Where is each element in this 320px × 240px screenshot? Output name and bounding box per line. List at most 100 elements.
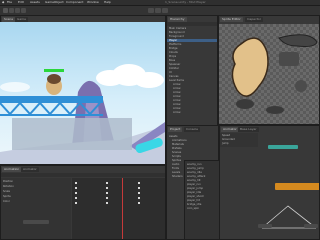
property-row[interactable]: Position (3, 180, 13, 183)
file-row[interactable]: enemy_hit (187, 179, 201, 182)
scene-view[interactable] (0, 22, 165, 164)
folder-row[interactable]: Fonts (172, 167, 179, 170)
tab-inspector[interactable]: Inspector (245, 17, 263, 22)
property-row[interactable]: Scale (3, 190, 10, 193)
window-title: 1_Scene.unity - Mod Player (165, 0, 206, 4)
hierarchy-row[interactable]: Main Camera (169, 27, 186, 30)
file-row[interactable]: player_run (187, 183, 201, 186)
folder-row[interactable]: Sprites (172, 159, 181, 162)
parameters-list: Speed Grounded Jump (220, 133, 258, 147)
tab-project[interactable]: Project (168, 127, 183, 132)
hierarchy-row[interactable]: Canvas (169, 75, 179, 78)
animation-panel: Animation Animator Position Rotation Sca… (0, 165, 166, 240)
parameter-row[interactable]: Speed (222, 134, 230, 137)
state-node-entry[interactable] (268, 145, 298, 149)
add-property-button[interactable] (23, 220, 49, 224)
dopesheet[interactable] (72, 178, 165, 239)
menu-component[interactable]: Component (66, 0, 83, 5)
play-button[interactable] (148, 8, 154, 13)
folder-row[interactable]: Shaders (172, 175, 183, 178)
hierarchy-row[interactable]: Arrow (173, 83, 181, 86)
background-building (12, 118, 132, 150)
hierarchy-row[interactable]: Level Items (169, 79, 184, 82)
folder-row[interactable]: Materials (172, 143, 184, 146)
folder-row[interactable]: Levels (172, 171, 180, 174)
player-head (47, 74, 61, 84)
menu-gameobject[interactable]: GameObject (45, 0, 64, 5)
folder-row[interactable]: Animations (172, 139, 187, 142)
sprite-foot-slice (236, 99, 254, 109)
parameter-row[interactable]: Grounded (222, 138, 235, 141)
folder-row[interactable]: Prefabs (172, 147, 182, 150)
hierarchy-row[interactable]: Arrow (173, 99, 181, 102)
bridge-deck (0, 96, 103, 103)
hierarchy-row[interactable]: Collider (169, 67, 179, 70)
hierarchy-row[interactable]: UI (169, 71, 172, 74)
menu-assets[interactable]: Assets (30, 0, 40, 5)
tab-base-layer[interactable]: Base Layer (238, 127, 259, 132)
state-node[interactable] (304, 224, 318, 228)
menu-edit[interactable]: Edit (18, 0, 24, 5)
move-tool-icon[interactable] (9, 8, 14, 13)
sprite-eye-slice (295, 80, 307, 92)
parameter-row[interactable]: Jump (222, 142, 229, 145)
level-artwork (0, 69, 165, 164)
main-toolbar (0, 6, 320, 15)
property-row[interactable]: Rotation (3, 185, 14, 188)
scale-tool-icon[interactable] (21, 8, 26, 13)
hierarchy-search-bar[interactable] (167, 22, 217, 26)
hierarchy-row[interactable]: Props (169, 55, 176, 58)
state-node-default[interactable] (275, 183, 319, 190)
hand-tool-icon[interactable] (3, 8, 8, 13)
hierarchy-row[interactable]: Clouds (169, 51, 178, 54)
tab-animator[interactable]: Animator (21, 167, 39, 172)
rotate-tool-icon[interactable] (15, 8, 20, 13)
file-row[interactable]: bridge_idle (187, 203, 201, 206)
folder-row[interactable]: Audio (172, 163, 179, 166)
sprite-editor-panel: Sprite Editor Inspector (218, 15, 320, 125)
player-health-bar (44, 69, 64, 72)
hierarchy-row[interactable]: Arrow (173, 91, 181, 94)
file-row[interactable]: player_hit (187, 199, 200, 202)
step-button[interactable] (162, 8, 168, 13)
state-node[interactable] (258, 224, 272, 228)
file-row[interactable]: enemy_idle (187, 171, 202, 174)
menu-window[interactable]: Window (87, 0, 99, 5)
folder-row[interactable]: Assets (169, 135, 177, 138)
bridge-lower-rail (0, 114, 103, 116)
file-row[interactable]: player_idle (187, 191, 201, 194)
file-row[interactable]: enemy_run (187, 163, 202, 166)
hierarchy-row[interactable]: Arrow (173, 95, 181, 98)
folder-row[interactable]: Scripts (172, 155, 181, 158)
playhead[interactable] (122, 178, 123, 239)
hierarchy-row[interactable]: Platforms (169, 43, 181, 46)
menu-file[interactable]: File (7, 0, 12, 5)
sprite-sheet-canvas[interactable] (219, 24, 319, 124)
tab-animation[interactable]: Animation (2, 167, 22, 172)
tab-sprite-editor[interactable]: Sprite Editor (220, 17, 243, 22)
sprite-part-slice (279, 52, 299, 66)
hierarchy-row[interactable]: Foreground (169, 35, 184, 38)
tab-animator-graph[interactable]: Animator (221, 127, 239, 132)
hierarchy-row[interactable]: Bridge (169, 47, 177, 50)
file-row[interactable]: enemy_attack (187, 175, 205, 178)
hierarchy-row[interactable]: Arrow (173, 103, 181, 106)
property-row[interactable]: Sprite (3, 195, 11, 198)
hierarchy-row-selected[interactable]: Player (167, 39, 217, 42)
hierarchy-row[interactable]: Arrow (173, 107, 181, 110)
hierarchy-row[interactable]: Arrow (173, 111, 181, 114)
file-row[interactable]: enemy_jump (187, 167, 204, 170)
file-row[interactable]: player_jump (187, 187, 203, 190)
tab-console[interactable]: Console (184, 127, 200, 132)
hierarchy-row[interactable]: Boss (169, 59, 175, 62)
folder-row[interactable]: Scenes (172, 151, 181, 154)
file-row[interactable]: player_shoot (187, 195, 204, 198)
hierarchy-row[interactable]: Spawner (169, 63, 180, 66)
pause-button[interactable] (155, 8, 161, 13)
file-row[interactable]: coin_spin (187, 207, 199, 210)
animation-toolbar (1, 173, 165, 177)
menu-help[interactable]: Help (104, 0, 111, 5)
hierarchy-row[interactable]: Background (169, 31, 184, 34)
hierarchy-row[interactable]: Arrow (173, 87, 181, 90)
property-row[interactable]: Color (3, 200, 10, 203)
